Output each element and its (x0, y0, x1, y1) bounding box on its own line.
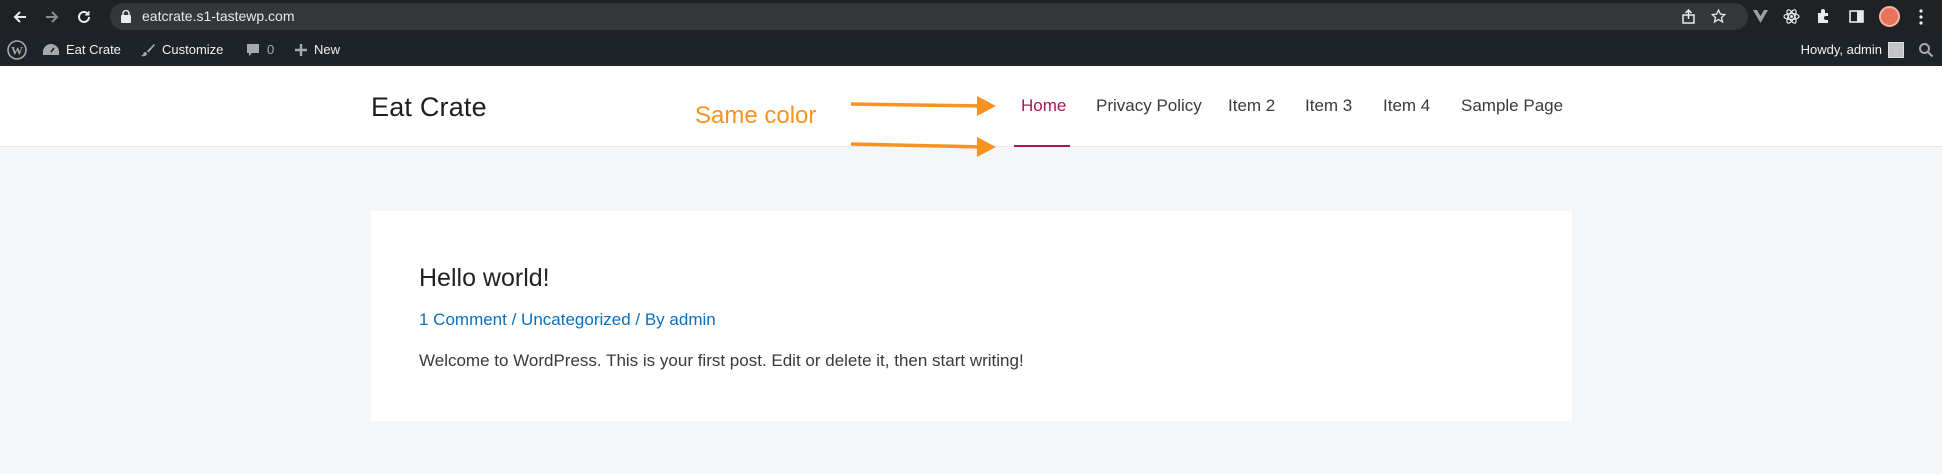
vue-extension-icon[interactable] (1752, 8, 1769, 25)
howdy-text[interactable]: Howdy, admin (1801, 42, 1882, 57)
url-text: eatcrate.s1-tastewp.com (142, 8, 295, 24)
post-title[interactable]: Hello world! (419, 264, 550, 293)
admin-search-icon[interactable] (1918, 42, 1934, 58)
admin-comments[interactable]: 0 (245, 33, 274, 66)
share-icon[interactable] (1681, 9, 1696, 24)
site-title[interactable]: Eat Crate (371, 92, 487, 123)
meta-separator: / (506, 310, 522, 329)
active-menu-underline (1014, 145, 1070, 147)
browser-toolbar: eatcrate.s1-tastewp.com (0, 0, 1942, 33)
plus-icon (295, 43, 307, 56)
admin-account: Howdy, admin (1801, 33, 1942, 66)
bookmark-star-icon[interactable] (1711, 9, 1726, 24)
react-extension-icon[interactable] (1783, 8, 1800, 25)
meta-by: / By (630, 310, 670, 329)
dashboard-icon (43, 43, 59, 55)
admin-customize-label: Customize (162, 42, 224, 57)
comment-bubble-icon (247, 43, 259, 56)
author-link[interactable]: admin (669, 310, 715, 329)
paintbrush-icon (141, 43, 155, 56)
admin-new[interactable]: New (294, 33, 340, 66)
annotation-text: Same color (695, 102, 817, 129)
menu-item-home[interactable]: Home (1021, 96, 1066, 116)
category-link[interactable]: Uncategorized (521, 310, 631, 329)
post-meta: 1 Comment / Uncategorized / By admin (419, 310, 716, 330)
menu-item-item-4[interactable]: Item 4 (1383, 96, 1430, 116)
back-icon[interactable] (6, 0, 34, 33)
site-header: Eat Crate Same color Home Privacy Policy… (0, 66, 1942, 147)
wordpress-logo-icon[interactable]: W (7, 33, 27, 66)
address-bar[interactable]: eatcrate.s1-tastewp.com (110, 3, 1748, 30)
comments-count: 0 (267, 42, 275, 57)
admin-customize[interactable]: Customize (140, 33, 223, 66)
wp-admin-bar: W Eat Crate Customize 0 New Howdy, admin (0, 33, 1942, 66)
admin-new-label: New (314, 42, 341, 57)
post-card: Hello world! 1 Comment / Uncategorized /… (371, 211, 1572, 421)
comments-link[interactable]: 1 Comment (419, 310, 507, 329)
forward-icon[interactable] (38, 0, 66, 33)
browser-menu-icon[interactable] (1919, 9, 1923, 25)
svg-text:W: W (11, 43, 23, 57)
profile-avatar[interactable] (1879, 6, 1900, 27)
side-panel-icon[interactable] (1848, 8, 1865, 25)
reload-icon[interactable] (70, 0, 98, 33)
admin-site-name-label: Eat Crate (66, 42, 121, 57)
post-excerpt: Welcome to WordPress. This is your first… (419, 351, 1024, 370)
admin-avatar[interactable] (1888, 41, 1904, 58)
extensions-puzzle-icon[interactable] (1815, 8, 1832, 25)
menu-item-sample-page[interactable]: Sample Page (1461, 96, 1563, 116)
menu-item-item-3[interactable]: Item 3 (1305, 96, 1352, 116)
lock-icon (121, 10, 131, 23)
menu-item-privacy-policy[interactable]: Privacy Policy (1096, 96, 1202, 116)
admin-site-name[interactable]: Eat Crate (42, 33, 121, 66)
menu-item-item-2[interactable]: Item 2 (1228, 96, 1275, 116)
